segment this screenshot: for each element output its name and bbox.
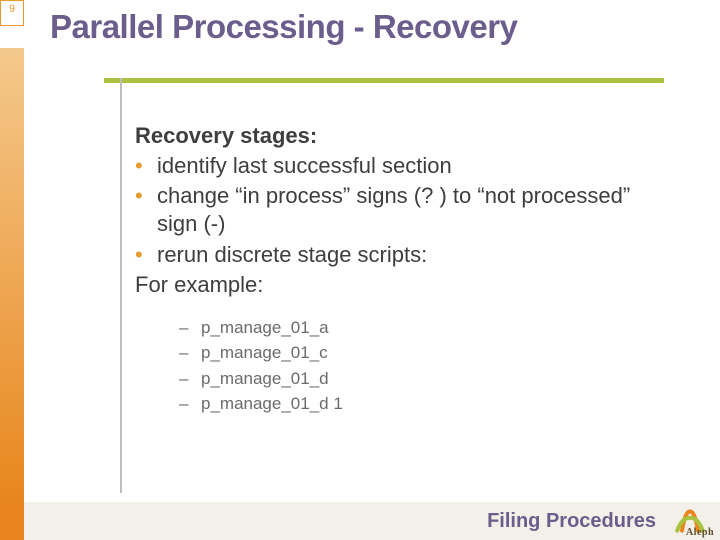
horizontal-rule-green bbox=[104, 78, 664, 83]
sub-item: – p_manage_01_d 1 bbox=[179, 391, 645, 417]
sub-item: – p_manage_01_d bbox=[179, 366, 645, 392]
slide-title: Parallel Processing - Recovery bbox=[50, 8, 517, 46]
sub-item: – p_manage_01_a bbox=[179, 315, 645, 341]
sub-item: – p_manage_01_c bbox=[179, 340, 645, 366]
for-example-label: For example: bbox=[135, 271, 645, 299]
bullet-item: • rerun discrete stage scripts: bbox=[135, 241, 645, 269]
bullet-dot-icon: • bbox=[135, 182, 157, 210]
bullet-item: • identify last successful section bbox=[135, 152, 645, 180]
slide: 9 Parallel Processing - Recovery Recover… bbox=[0, 0, 720, 540]
page-number: 9 bbox=[9, 3, 15, 15]
bullet-dot-icon: • bbox=[135, 241, 157, 269]
bullet-item: • change “in process” signs (? ) to “not… bbox=[135, 182, 645, 238]
content-heading: Recovery stages: bbox=[135, 122, 645, 150]
dash-icon: – bbox=[179, 391, 201, 417]
sub-item-text: p_manage_01_a bbox=[201, 315, 329, 341]
footer: Filing Procedures bbox=[0, 502, 720, 540]
content-area: Recovery stages: • identify last success… bbox=[135, 122, 645, 417]
footer-label: Filing Procedures bbox=[487, 510, 656, 533]
footer-orange-block bbox=[0, 502, 24, 540]
sub-item-text: p_manage_01_d 1 bbox=[201, 391, 343, 417]
dash-icon: – bbox=[179, 366, 201, 392]
dash-icon: – bbox=[179, 340, 201, 366]
sub-item-text: p_manage_01_d bbox=[201, 366, 329, 392]
sub-item-text: p_manage_01_c bbox=[201, 340, 328, 366]
sub-list: – p_manage_01_a – p_manage_01_c – p_mana… bbox=[179, 315, 645, 417]
vertical-rule-gray bbox=[120, 78, 122, 493]
footer-bar: Filing Procedures bbox=[24, 502, 720, 540]
bullet-text: identify last successful section bbox=[157, 152, 645, 180]
bullet-text: rerun discrete stage scripts: bbox=[157, 241, 645, 269]
dash-icon: – bbox=[179, 315, 201, 341]
logo-text: Aleph bbox=[686, 527, 714, 538]
bullet-text: change “in process” signs (? ) to “not p… bbox=[157, 182, 645, 238]
left-orange-strip bbox=[0, 48, 24, 508]
bullet-dot-icon: • bbox=[135, 152, 157, 180]
page-number-box: 9 bbox=[0, 0, 24, 26]
